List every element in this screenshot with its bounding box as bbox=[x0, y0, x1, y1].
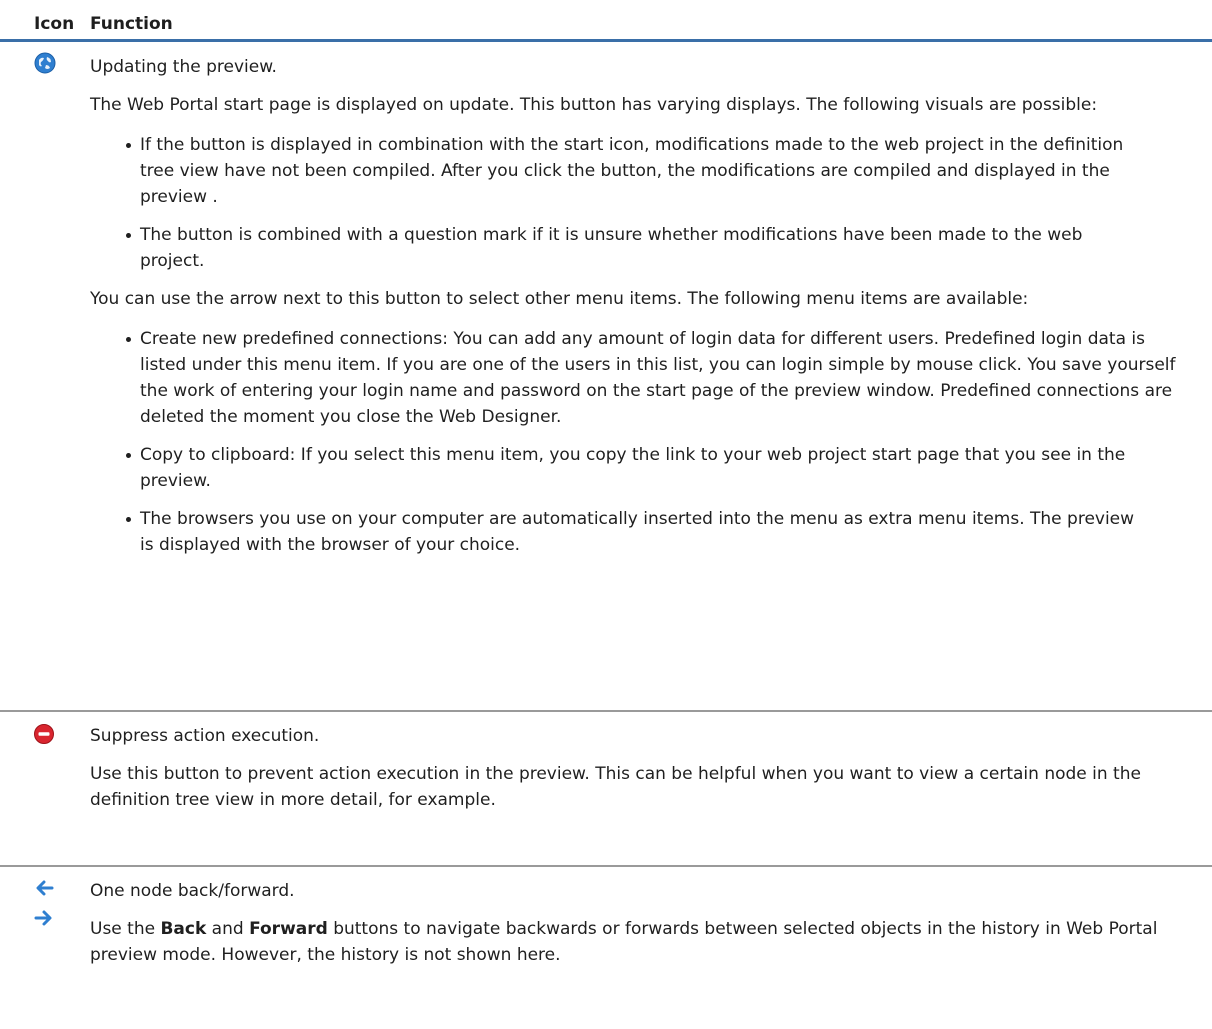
arrow-right-icon bbox=[34, 909, 54, 927]
list-item: If the button is displayed in combinatio… bbox=[90, 132, 1150, 210]
function-table: Icon Function Updating the preview. The … bbox=[0, 0, 1212, 1029]
row-intro-2: You can use the arrow next to this butto… bbox=[90, 289, 1029, 309]
desc-text: Use the bbox=[90, 919, 161, 939]
list-item: The button is combined with a question m… bbox=[90, 222, 1150, 274]
row-content: Suppress action execution. Use this butt… bbox=[90, 723, 1200, 813]
back-button-label: Back bbox=[160, 919, 207, 939]
list-item: Create new predefined connections: You c… bbox=[90, 326, 1180, 430]
stop-sign-icon bbox=[34, 724, 54, 744]
row-divider bbox=[0, 865, 1212, 867]
forward-button-label: Forward bbox=[249, 919, 328, 939]
row-title: One node back/forward. bbox=[90, 881, 295, 901]
header-icon-column: Icon bbox=[34, 14, 75, 34]
row-divider bbox=[0, 710, 1212, 712]
header-function-column: Function bbox=[90, 14, 173, 34]
menu-items-list: Create new predefined connections: You c… bbox=[90, 326, 1200, 558]
desc-text: and bbox=[206, 919, 250, 939]
list-item: The browsers you use on your computer ar… bbox=[90, 506, 1150, 558]
table-header: Icon Function bbox=[0, 0, 1212, 42]
list-item: Copy to clipboard: If you select this me… bbox=[90, 442, 1150, 494]
globe-refresh-icon bbox=[34, 52, 56, 74]
row-title: Updating the preview. bbox=[90, 57, 277, 77]
row-content: Updating the preview. The Web Portal sta… bbox=[90, 52, 1200, 558]
row-intro: The Web Portal start page is displayed o… bbox=[90, 95, 1098, 115]
row-description: Use this button to prevent action execut… bbox=[90, 764, 1141, 810]
row-content: One node back/forward. Use the Back and … bbox=[90, 878, 1200, 968]
visuals-list: If the button is displayed in combinatio… bbox=[90, 132, 1200, 274]
arrow-left-icon bbox=[34, 879, 54, 897]
row-title: Suppress action execution. bbox=[90, 726, 320, 746]
row-description: Use the Back and Forward buttons to navi… bbox=[90, 916, 1200, 968]
